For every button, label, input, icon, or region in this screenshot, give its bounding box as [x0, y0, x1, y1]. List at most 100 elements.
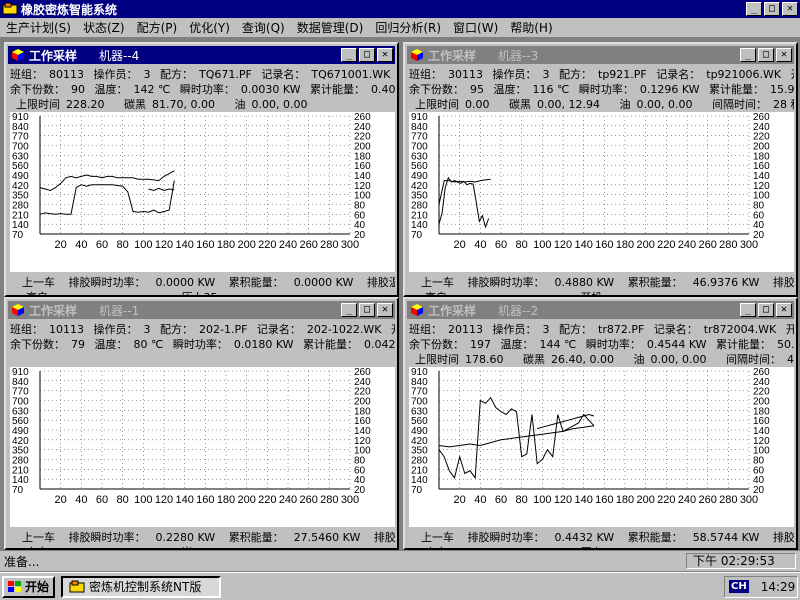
sampling-window-titlebar[interactable]: 工作采样 机器--2 _ □ ✕ — [407, 301, 794, 319]
info-line-3: 上限时间 178.60 碳黑 26.40, 0.00 油 0.00, 0.00 间隔时… — [415, 351, 794, 367]
taskbar-app-button[interactable]: 密炼机控制系统NT版 — [61, 575, 222, 598]
temperature-value: 80 ℃ — [133, 338, 164, 351]
menu-help[interactable]: 帮助(H) — [504, 19, 558, 36]
window-close-button[interactable]: ✕ — [776, 48, 792, 62]
state-label: 压上160 — [581, 546, 624, 548]
x-tick-label: 180 — [217, 494, 235, 506]
y-left-tick-label: 70 — [12, 485, 24, 496]
remaining-value: 95 — [470, 83, 484, 96]
app-window-controls: _ □ ✕ — [746, 2, 798, 16]
sampling-window-machine-1[interactable]: 工作采样 机器--4 _ □ ✕ 班组： 80113 操作员： 3 配方： TQ671… — [4, 42, 399, 297]
sampling-window-machine-3[interactable]: 工作采样 机器--1 _ □ ✕ 班组： 10113 操作员： 3 配方： 202-1… — [4, 297, 399, 550]
mode-label: 高自 — [26, 546, 48, 548]
app-close-button[interactable]: ✕ — [782, 2, 798, 16]
x-tick-label: 140 — [574, 494, 592, 506]
sampling-window-titlebar[interactable]: 工作采样 机器--3 _ □ ✕ — [407, 46, 794, 64]
window-maximize-button[interactable]: □ — [359, 48, 375, 62]
y-left-tick-label: 630 — [12, 151, 29, 162]
y-left-tick-label: 560 — [411, 161, 428, 172]
app-title: 橡胶密炼智能系统 — [21, 2, 118, 17]
menu-recipe[interactable]: 配方(P) — [131, 19, 184, 36]
machine-label: 机器--3 — [498, 48, 539, 63]
y-left-tick-label: 210 — [12, 465, 29, 476]
power-value: 0.0180 KW — [233, 338, 294, 351]
oil-label: 油 — [234, 98, 246, 111]
y-right-tick-label: 120 — [354, 436, 371, 447]
info-line-2: 余下份数： 197 温度： 144 ℃ 瞬时功率： 0.4544 KW 累计能量： 50… — [409, 336, 794, 352]
x-tick-label: 120 — [155, 239, 173, 251]
cumulative-energy-label: 累积能量： — [228, 276, 284, 288]
y-right-tick-label: 60 — [354, 210, 366, 221]
energy-label: 累计能量： — [716, 338, 772, 351]
recipe-value: TQ671.PF — [199, 68, 252, 81]
y-right-tick-label: 240 — [753, 122, 770, 133]
y-left-tick-label: 560 — [12, 416, 29, 427]
info-line-2: 余下份数： 90 温度： 142 ℃ 瞬时功率： 0.0030 KW 累计能量： 0.4… — [10, 81, 395, 97]
chart-svg: 20 40 60 80 100 120 140 160 180 200 220 240 260 280 30… — [411, 367, 770, 506]
sampling-window-machine-4[interactable]: 工作采样 机器--2 _ □ ✕ 班组： 20113 操作员： 3 配方： tr872… — [403, 297, 798, 550]
menu-window[interactable]: 窗口(W) — [447, 19, 504, 36]
recipe-label: 配方： — [160, 323, 193, 336]
start-button[interactable]: 开始 — [2, 575, 56, 598]
footer-line-2: 高自 炭40 — [26, 544, 395, 548]
sampling-window-machine-2[interactable]: 工作采样 机器--3 _ □ ✕ 班组： 30113 操作员： 3 配方： tp921… — [403, 42, 798, 297]
y-right-tick-label: 180 — [354, 151, 371, 162]
y-right-tick-label: 260 — [753, 367, 770, 378]
info-line-1: 班组： 20113 操作员： 3 配方： tr872.PF 记录名： tr872004.… — [409, 321, 794, 337]
window-close-button[interactable]: ✕ — [377, 303, 393, 317]
limit-time-value: 178.60 — [465, 353, 504, 366]
operator-label: 操作员： — [93, 323, 138, 336]
team-label: 班组： — [10, 323, 43, 336]
ime-indicator[interactable]: CH — [729, 580, 749, 593]
sampling-chart: 20 40 60 80 100 120 140 160 180 200 220 240 260 280 30… — [409, 112, 794, 272]
window-close-button[interactable]: ✕ — [377, 48, 393, 62]
sampling-window-titlebar[interactable]: 工作采样 机器--4 _ □ ✕ — [8, 46, 395, 64]
y-left-tick-label: 140 — [12, 475, 29, 486]
window-maximize-button[interactable]: □ — [758, 303, 774, 317]
window-maximize-button[interactable]: □ — [359, 303, 375, 317]
power-label: 瞬时功率： — [179, 83, 235, 96]
y-left-tick-label: 490 — [411, 426, 428, 437]
recipe-label: 配方： — [559, 323, 592, 336]
window-close-button[interactable]: ✕ — [776, 303, 792, 317]
sampling-window-titlebar[interactable]: 工作采样 机器--1 _ □ ✕ — [8, 301, 395, 319]
y-right-tick-label: 20 — [354, 485, 366, 496]
x-tick-label: 200 — [237, 494, 255, 506]
menu-status[interactable]: 状态(Z) — [77, 19, 131, 36]
app-maximize-button[interactable]: □ — [764, 2, 780, 16]
mode-label: 高自 — [425, 546, 447, 548]
app-minimize-button[interactable]: _ — [746, 2, 762, 16]
window-minimize-button[interactable]: _ — [341, 48, 357, 62]
operator-value: 3 — [542, 68, 550, 81]
energy-label: 累计能量： — [709, 83, 765, 96]
cumulative-energy-value: 0.0000 KW — [293, 276, 354, 288]
window-minimize-button[interactable]: _ — [740, 303, 756, 317]
record-value: tr872004.WK — [703, 323, 777, 336]
y-left-tick-label: 350 — [411, 191, 428, 202]
app-icon — [69, 580, 85, 592]
info-line-1: 班组： 10113 操作员： 3 配方： 202-1.PF 记录名： 202-1022.… — [10, 321, 395, 337]
y-left-tick-label: 630 — [411, 151, 428, 162]
y-right-tick-label: 80 — [753, 201, 765, 212]
cumulative-energy-value: 46.9376 KW — [692, 276, 760, 288]
window-maximize-button[interactable]: □ — [758, 48, 774, 62]
x-tick-label: 100 — [134, 239, 152, 251]
y-right-tick-label: 40 — [354, 475, 366, 486]
temperature-label: 温度： — [94, 338, 128, 351]
y-right-tick-label: 260 — [354, 367, 371, 378]
menu-data-management[interactable]: 数据管理(D) — [291, 19, 370, 36]
y-left-tick-label: 210 — [411, 465, 428, 476]
window-minimize-button[interactable]: _ — [740, 48, 756, 62]
menu-optimize[interactable]: 优化(Y) — [183, 19, 236, 36]
interval-value: 42 — [786, 353, 794, 366]
power-value: 0.1296 KW — [639, 83, 700, 96]
menu-query[interactable]: 查询(Q) — [236, 19, 291, 36]
carbon-value: 26.40, 0.00 — [551, 353, 614, 366]
menu-regression[interactable]: 回归分析(R) — [369, 19, 447, 36]
y-left-tick-label: 420 — [12, 436, 29, 447]
menu-production-plan[interactable]: 生产计划(S) — [0, 19, 77, 36]
x-tick-label: 280 — [320, 494, 338, 506]
window-minimize-button[interactable]: _ — [341, 303, 357, 317]
y-right-tick-label: 200 — [354, 142, 371, 153]
y-right-tick-label: 120 — [753, 181, 770, 192]
